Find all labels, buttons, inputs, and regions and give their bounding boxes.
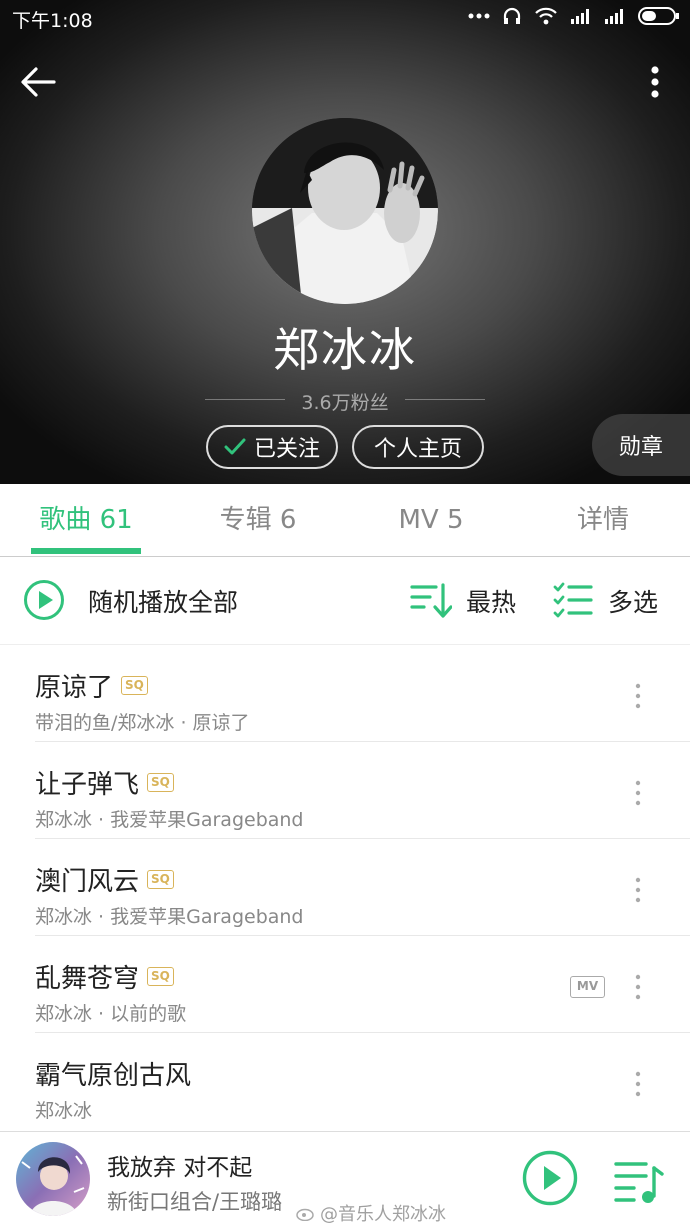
mini-player[interactable]: 我放弃 对不起 新街口组合/王璐璐 @音乐人郑冰冰 xyxy=(0,1131,690,1227)
sort-hot-button[interactable]: 最热 xyxy=(466,583,516,619)
homepage-label: 个人主页 xyxy=(373,437,462,462)
sq-badge: SQ xyxy=(121,676,148,695)
more-dots-icon xyxy=(468,13,490,19)
tab-details[interactable]: 详情 xyxy=(517,484,689,557)
medal-label: 勋章 xyxy=(618,435,663,460)
song-subtitle: 带泪的鱼/郑冰冰 · 原谅了 xyxy=(35,712,250,734)
song-row[interactable]: 乱舞苍穹 SQ 郑冰冰 · 以前的歌 MV xyxy=(0,936,690,1033)
tab-mv[interactable]: MV 5 xyxy=(345,484,517,557)
sort-icon[interactable] xyxy=(410,581,452,621)
song-subtitle: 郑冰冰 · 以前的歌 xyxy=(35,1003,187,1025)
headphones-icon xyxy=(503,7,521,24)
watermark-text: @音乐人郑冰冰 xyxy=(320,1204,446,1225)
more-vertical-icon[interactable] xyxy=(640,62,670,102)
song-title-row: 澳门风云 SQ xyxy=(35,861,174,898)
multi-select-button[interactable]: 多选 xyxy=(608,583,658,619)
battery-icon xyxy=(638,7,679,25)
album-cover-art xyxy=(16,1142,90,1216)
song-row[interactable]: 让子弹飞 SQ 郑冰冰 · 我爱苹果Garageband xyxy=(0,742,690,839)
tab-bar: 歌曲 61 专辑 6 MV 5 详情 xyxy=(0,484,690,557)
signal-icon xyxy=(571,9,589,24)
sq-badge: SQ xyxy=(147,870,174,889)
now-playing-artist: 新街口组合/王璐璐 xyxy=(107,1190,283,1214)
more-vertical-icon[interactable] xyxy=(628,681,648,711)
tab-albums[interactable]: 专辑 6 xyxy=(172,484,344,557)
artist-avatar[interactable] xyxy=(252,118,438,304)
song-row[interactable]: 澳门风云 SQ 郑冰冰 · 我爱苹果Garageband xyxy=(0,839,690,936)
artist-name: 郑冰冰 xyxy=(273,323,417,377)
sq-badge: SQ xyxy=(147,967,174,986)
wifi-icon xyxy=(535,7,557,25)
song-subtitle: 郑冰冰 · 我爱苹果Garageband xyxy=(35,809,304,831)
medal-button[interactable]: 勋章 xyxy=(592,414,690,476)
avatar-photo xyxy=(252,118,438,304)
weibo-icon xyxy=(296,1208,314,1221)
more-vertical-icon[interactable] xyxy=(628,875,648,905)
now-playing-title: 我放弃 对不起 xyxy=(107,1155,253,1181)
song-title: 原谅了 xyxy=(35,673,114,703)
more-vertical-icon[interactable] xyxy=(628,1069,648,1099)
more-vertical-icon[interactable] xyxy=(628,972,648,1002)
fans-count: 3.6万粉丝 xyxy=(301,392,389,414)
status-time: 下午1:08 xyxy=(12,10,93,32)
song-subtitle: 郑冰冰 xyxy=(35,1100,93,1122)
song-row[interactable]: 原谅了 SQ 带泪的鱼/郑冰冰 · 原谅了 xyxy=(0,645,690,742)
song-title: 澳门风云 xyxy=(35,867,140,897)
watermark: @音乐人郑冰冰 xyxy=(296,1200,446,1226)
back-arrow-icon[interactable] xyxy=(18,60,62,104)
check-icon xyxy=(224,438,246,455)
follow-button[interactable]: 已关注 xyxy=(206,425,338,469)
homepage-button[interactable]: 个人主页 xyxy=(352,425,484,469)
status-bar: 下午1:08 xyxy=(0,0,690,36)
play-circle-icon[interactable] xyxy=(23,579,65,621)
song-title-row: 让子弹飞 SQ xyxy=(35,764,174,801)
song-subtitle: 郑冰冰 · 我爱苹果Garageband xyxy=(35,906,304,928)
play-circle-icon[interactable] xyxy=(522,1150,578,1206)
song-title-row: 霸气原创古风 xyxy=(35,1055,191,1092)
shuffle-all-button[interactable]: 随机播放全部 xyxy=(88,583,238,619)
active-tab-indicator xyxy=(31,548,141,554)
song-title: 乱舞苍穹 xyxy=(35,964,140,994)
signal-icon-2 xyxy=(605,9,623,24)
song-title: 让子弹飞 xyxy=(35,770,140,800)
tab-songs[interactable]: 歌曲 61 xyxy=(0,484,172,557)
fans-count-row: 3.6万粉丝 xyxy=(205,386,485,414)
status-icons xyxy=(468,6,680,26)
sq-badge: SQ xyxy=(147,773,174,792)
more-vertical-icon[interactable] xyxy=(628,778,648,808)
song-title: 霸气原创古风 xyxy=(35,1061,192,1091)
multi-select-icon[interactable] xyxy=(553,581,593,621)
mv-badge[interactable]: MV xyxy=(570,976,605,998)
song-title-row: 乱舞苍穹 SQ xyxy=(35,958,174,995)
follow-label: 已关注 xyxy=(253,437,320,462)
artist-header: 下午1:08 郑冰冰 3.6万粉丝 已关注 个人主页 勋章 xyxy=(0,0,690,484)
song-row[interactable]: 霸气原创古风 郑冰冰 xyxy=(0,1033,690,1130)
playlist-icon[interactable] xyxy=(612,1158,664,1206)
action-bar: 随机播放全部 最热 多选 xyxy=(0,557,690,645)
album-cover[interactable] xyxy=(16,1142,90,1216)
song-title-row: 原谅了 SQ xyxy=(35,667,148,704)
